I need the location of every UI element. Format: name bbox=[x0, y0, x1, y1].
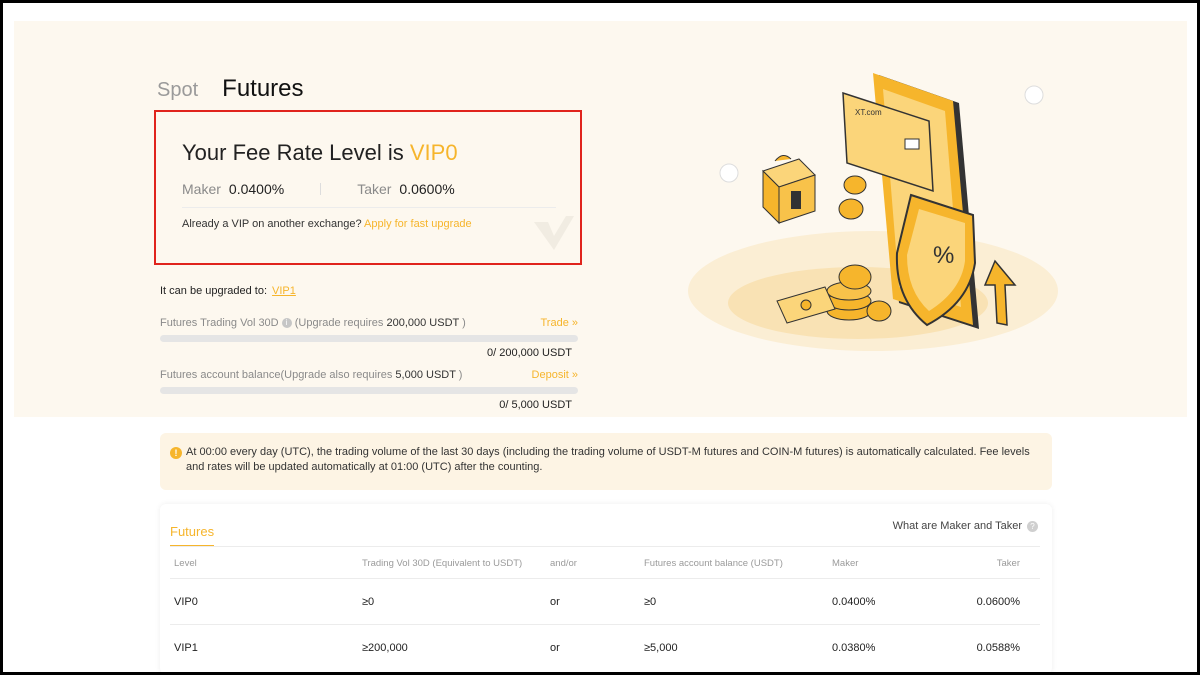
upgrade-info: It can be upgraded to: VIP1 bbox=[160, 285, 296, 297]
maker-taker-help-text: What are Maker and Taker bbox=[892, 520, 1022, 532]
column-header: Level bbox=[174, 558, 197, 569]
card-brand-text: XT.com bbox=[855, 108, 882, 117]
trade-link[interactable]: Trade » bbox=[540, 317, 578, 329]
current-vip-level: VIP0 bbox=[409, 140, 458, 165]
balance-progress-bar bbox=[160, 387, 578, 394]
apply-fast-upgrade-link[interactable]: Apply for fast upgrade bbox=[364, 218, 472, 230]
tab-spot[interactable]: Spot bbox=[157, 79, 198, 102]
table-cell: ≥5,000 bbox=[644, 642, 678, 654]
fee-rates: Maker 0.0400% Taker 0.0600% bbox=[182, 181, 455, 197]
tab-futures-table[interactable]: Futures bbox=[170, 524, 215, 547]
taker-value: 0.0600% bbox=[399, 181, 455, 197]
fee-notice: ! At 00:00 every day (UTC), the trading … bbox=[160, 433, 1052, 490]
trade-link-label: Trade bbox=[540, 317, 569, 329]
table-cell: or bbox=[550, 596, 560, 608]
trading-volume-progress-value: 0/ 200,000 USDT bbox=[487, 347, 572, 359]
trading-vol-label: Futures Trading Vol 30D bbox=[160, 317, 279, 329]
maker-value: 0.0400% bbox=[228, 181, 285, 197]
fee-rate-title: Your Fee Rate Level is VIP0 bbox=[182, 140, 458, 166]
percent-symbol: % bbox=[933, 242, 954, 269]
double-chevron-right-icon: » bbox=[571, 369, 578, 381]
balance-amount: 5,000 USDT bbox=[395, 369, 456, 381]
fee-table-card: Futures What are Maker and Taker ? Level… bbox=[160, 504, 1052, 672]
column-header: Trading Vol 30D (Equivalent to USDT) bbox=[362, 558, 523, 569]
box-icon bbox=[762, 155, 816, 225]
fee-illustration: XT.com % bbox=[688, 73, 1058, 351]
table-cell: 0.0400% bbox=[832, 596, 876, 608]
table-cell: or bbox=[550, 642, 560, 654]
vip-question-text: Already a VIP on another exchange? bbox=[182, 218, 362, 230]
trading-volume-progress-bar bbox=[160, 335, 578, 342]
double-chevron-right-icon: » bbox=[571, 317, 578, 329]
upgrade-text: It can be upgraded to: bbox=[160, 285, 268, 297]
table-cell: 0.0588% bbox=[976, 642, 1020, 654]
table-cell: 0.0380% bbox=[832, 642, 876, 654]
table-cell: 0.0600% bbox=[976, 596, 1020, 608]
watermark-logo-icon bbox=[534, 216, 574, 250]
column-header: Taker bbox=[996, 558, 1020, 569]
alert-icon: ! bbox=[170, 447, 182, 459]
balance-progress-value: 0/ 5,000 USDT bbox=[499, 399, 572, 411]
trading-volume-requirement: Futures Trading Vol 30D i (Upgrade requi… bbox=[160, 317, 578, 329]
maker-label: Maker bbox=[182, 181, 221, 197]
notice-text: At 00:00 every day (UTC), the trading vo… bbox=[186, 446, 1030, 473]
tab-futures[interactable]: Futures bbox=[222, 75, 303, 103]
target-level-link[interactable]: VIP1 bbox=[272, 285, 296, 297]
balance-suffix: ) bbox=[455, 369, 463, 381]
fee-rate-card: Your Fee Rate Level is VIP0 Maker 0.0400… bbox=[154, 110, 582, 265]
table-cell: ≥0 bbox=[644, 596, 657, 608]
market-tabs: Spot Futures bbox=[157, 75, 304, 103]
balance-label: Futures account balance(Upgrade also req… bbox=[160, 369, 396, 381]
table-cell: VIP1 bbox=[174, 642, 198, 654]
coin-icon bbox=[838, 175, 867, 220]
maker-taker-help-link[interactable]: What are Maker and Taker ? bbox=[893, 520, 1038, 532]
balance-requirement: Futures account balance(Upgrade also req… bbox=[160, 369, 578, 381]
table-divider bbox=[170, 624, 1040, 625]
info-icon[interactable]: i bbox=[281, 318, 292, 329]
table-divider bbox=[170, 578, 1040, 579]
deposit-link[interactable]: Deposit » bbox=[532, 369, 578, 381]
page-frame: Spot Futures Your Fee Rate Level is VIP0… bbox=[3, 3, 1197, 672]
trading-vol-amount: 200,000 USDT bbox=[386, 317, 460, 329]
column-header: Maker bbox=[832, 558, 859, 569]
question-icon: ? bbox=[1027, 520, 1038, 532]
table-cell: ≥0 bbox=[362, 596, 375, 608]
table-cell: ≥200,000 bbox=[362, 642, 408, 654]
vip-question: Already a VIP on another exchange? Apply… bbox=[182, 218, 472, 230]
column-header: and/or bbox=[550, 558, 577, 569]
fee-rate-title-prefix: Your Fee Rate Level is bbox=[182, 140, 410, 165]
table-divider bbox=[170, 546, 1040, 547]
column-header: Futures account balance (USDT) bbox=[644, 558, 783, 569]
taker-label: Taker bbox=[357, 181, 392, 197]
deposit-link-label: Deposit bbox=[531, 369, 569, 381]
trading-vol-requirement-text: (Upgrade requires bbox=[294, 317, 387, 329]
rate-divider bbox=[320, 183, 322, 195]
card-divider bbox=[182, 207, 556, 208]
table-cell: VIP0 bbox=[174, 596, 198, 608]
trading-vol-suffix: ) bbox=[459, 317, 466, 329]
